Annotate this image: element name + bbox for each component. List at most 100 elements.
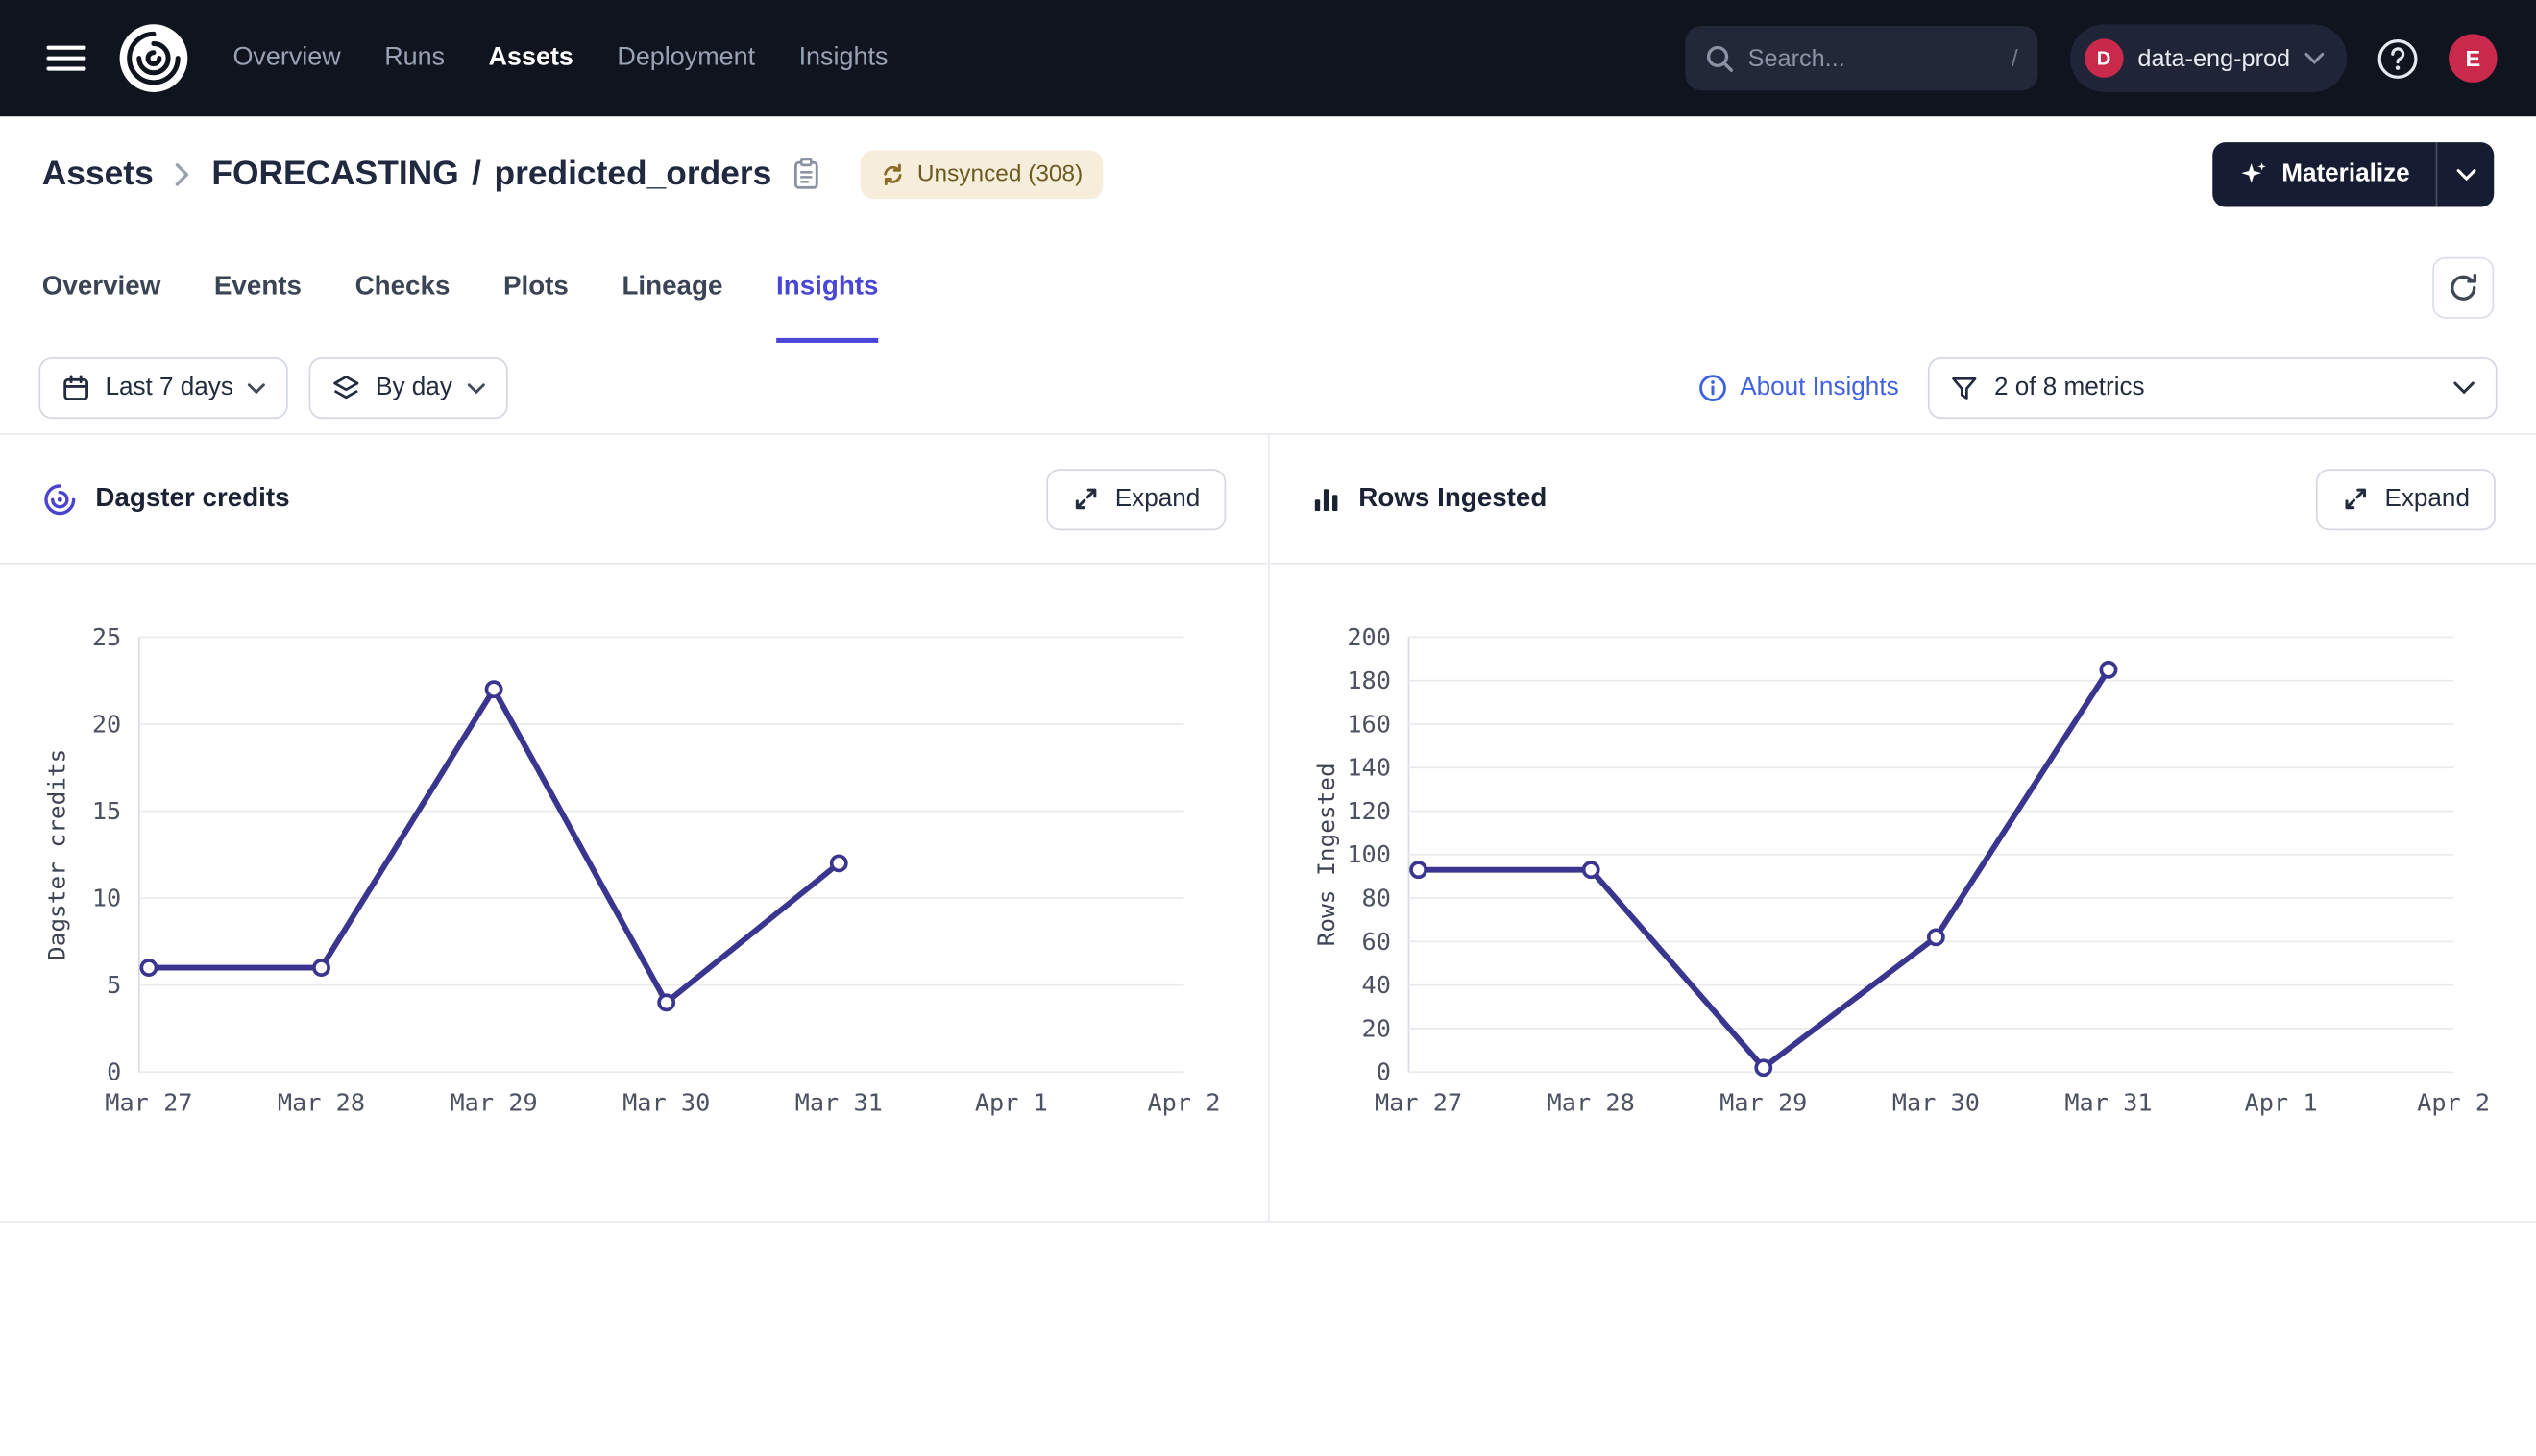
calendar-icon xyxy=(61,374,90,402)
user-avatar[interactable]: E xyxy=(2449,34,2498,83)
svg-text:Mar 31: Mar 31 xyxy=(795,1089,883,1117)
menu-icon[interactable] xyxy=(38,31,93,85)
nav-links: Overview Runs Assets Deployment Insights xyxy=(232,43,888,72)
insights-charts-grid: Dagster credits Expand 0510152025Mar 27M… xyxy=(0,433,2536,1223)
svg-text:120: 120 xyxy=(1347,797,1391,825)
svg-text:Mar 27: Mar 27 xyxy=(1375,1089,1462,1117)
svg-text:200: 200 xyxy=(1347,623,1391,651)
breadcrumb-separator: / xyxy=(472,155,481,193)
search-input[interactable] xyxy=(1748,44,1997,72)
metrics-filter-label: 2 of 8 metrics xyxy=(1994,374,2145,402)
dagster-mini-logo-icon xyxy=(42,481,78,517)
svg-text:Mar 27: Mar 27 xyxy=(105,1089,192,1117)
expand-label: Expand xyxy=(1115,484,1201,513)
svg-text:180: 180 xyxy=(1347,667,1391,694)
expand-icon xyxy=(2343,485,2371,513)
chevron-down-icon xyxy=(248,382,266,394)
sync-status-label: Unsynced (308) xyxy=(917,161,1083,187)
search-icon xyxy=(1704,43,1733,72)
chart-title: Rows Ingested xyxy=(1358,483,1547,514)
nav-item-runs[interactable]: Runs xyxy=(384,43,445,72)
breadcrumb-group[interactable]: FORECASTING xyxy=(211,155,458,193)
svg-text:Dagster credits: Dagster credits xyxy=(42,749,70,960)
materialize-dropdown-icon[interactable] xyxy=(2436,141,2495,206)
nav-item-overview[interactable]: Overview xyxy=(232,43,340,72)
sparkle-icon xyxy=(2238,159,2267,188)
chevron-down-icon xyxy=(2453,381,2475,394)
svg-text:10: 10 xyxy=(92,885,121,912)
tab-events[interactable]: Events xyxy=(214,231,302,343)
metrics-filter-dropdown[interactable]: 2 of 8 metrics xyxy=(1928,357,2498,419)
asset-tabs: Overview Events Checks Plots Lineage Ins… xyxy=(0,231,2536,343)
chevron-down-icon xyxy=(467,382,485,394)
nav-item-assets[interactable]: Assets xyxy=(489,43,573,72)
breadcrumb-assets-link[interactable]: Assets xyxy=(42,155,154,193)
svg-text:Apr 2: Apr 2 xyxy=(1147,1089,1220,1117)
deployment-avatar: D xyxy=(2085,38,2123,77)
expand-label: Expand xyxy=(2384,484,2470,513)
page: Overview Runs Assets Deployment Insights… xyxy=(0,0,2536,1456)
about-insights-link[interactable]: About Insights xyxy=(1697,374,1898,402)
layers-icon xyxy=(332,374,361,402)
svg-text:Apr 2: Apr 2 xyxy=(2417,1089,2490,1117)
help-icon[interactable] xyxy=(2376,36,2419,80)
svg-text:140: 140 xyxy=(1347,754,1391,782)
breadcrumb: Assets FORECASTING / predicted_orders xyxy=(0,116,2536,231)
line-chart-dagster-credits: 0510152025Mar 27Mar 28Mar 29Mar 30Mar 31… xyxy=(0,565,1268,1222)
svg-text:100: 100 xyxy=(1347,840,1391,868)
tab-lineage[interactable]: Lineage xyxy=(622,231,722,343)
chevron-right-icon xyxy=(173,161,192,187)
dagster-logo-icon[interactable] xyxy=(116,21,190,95)
deployment-name: data-eng-prod xyxy=(2137,44,2290,72)
svg-text:5: 5 xyxy=(107,971,121,999)
tab-overview[interactable]: Overview xyxy=(42,231,161,343)
svg-text:Mar 29: Mar 29 xyxy=(1719,1089,1807,1117)
chart-title: Dagster credits xyxy=(95,483,289,514)
materialize-split-button: Materialize xyxy=(2212,141,2494,206)
sync-icon xyxy=(880,161,906,187)
svg-text:60: 60 xyxy=(1362,928,1391,956)
svg-text:15: 15 xyxy=(92,797,121,825)
info-icon xyxy=(1697,374,1726,402)
chart-header: Dagster credits Expand xyxy=(0,435,1268,565)
expand-icon xyxy=(1073,485,1101,513)
expand-button[interactable]: Expand xyxy=(2317,468,2496,529)
svg-text:Mar 30: Mar 30 xyxy=(1892,1089,1980,1117)
svg-text:Mar 30: Mar 30 xyxy=(622,1089,710,1117)
svg-text:25: 25 xyxy=(92,623,121,651)
tab-checks[interactable]: Checks xyxy=(355,231,451,343)
materialize-label: Materialize xyxy=(2281,159,2409,188)
chart-card-rows-ingested: Rows Ingested Expand 0204060801001201401… xyxy=(1268,435,2536,1221)
tab-plots[interactable]: Plots xyxy=(503,231,569,343)
svg-text:Apr 1: Apr 1 xyxy=(975,1089,1048,1117)
svg-text:Rows Ingested: Rows Ingested xyxy=(1312,763,1340,946)
granularity-label: By day xyxy=(376,374,452,402)
deployment-switcher[interactable]: D data-eng-prod xyxy=(2070,24,2347,92)
search-box[interactable]: / xyxy=(1685,26,2037,90)
top-nav: Overview Runs Assets Deployment Insights… xyxy=(0,0,2536,116)
svg-text:20: 20 xyxy=(1362,1014,1391,1042)
about-insights-label: About Insights xyxy=(1740,374,1898,402)
chart-header: Rows Ingested Expand xyxy=(1270,435,2536,565)
line-chart-rows-ingested: 020406080100120140160180200Mar 27Mar 28M… xyxy=(1270,565,2536,1222)
expand-button[interactable]: Expand xyxy=(1047,468,1226,529)
granularity-dropdown[interactable]: By day xyxy=(309,357,507,419)
refresh-icon[interactable] xyxy=(2432,256,2494,318)
sync-status-badge[interactable]: Unsynced (308) xyxy=(861,150,1102,199)
copy-icon[interactable] xyxy=(792,157,822,190)
svg-text:Mar 28: Mar 28 xyxy=(278,1089,365,1117)
page-title-asset-name: predicted_orders xyxy=(494,155,771,193)
svg-text:40: 40 xyxy=(1362,971,1391,999)
date-range-label: Last 7 days xyxy=(105,374,232,402)
nav-item-deployment[interactable]: Deployment xyxy=(617,43,755,72)
svg-text:80: 80 xyxy=(1362,885,1391,912)
svg-text:Mar 31: Mar 31 xyxy=(2064,1089,2152,1117)
svg-text:Apr 1: Apr 1 xyxy=(2245,1089,2318,1117)
tab-insights[interactable]: Insights xyxy=(776,231,879,343)
date-range-dropdown[interactable]: Last 7 days xyxy=(38,357,288,419)
materialize-button[interactable]: Materialize xyxy=(2212,141,2436,206)
nav-item-insights[interactable]: Insights xyxy=(799,43,889,72)
nav-right: / D data-eng-prod E xyxy=(1685,24,2498,92)
filter-funnel-icon xyxy=(1951,375,1979,402)
bar-chart-icon xyxy=(1311,484,1340,513)
